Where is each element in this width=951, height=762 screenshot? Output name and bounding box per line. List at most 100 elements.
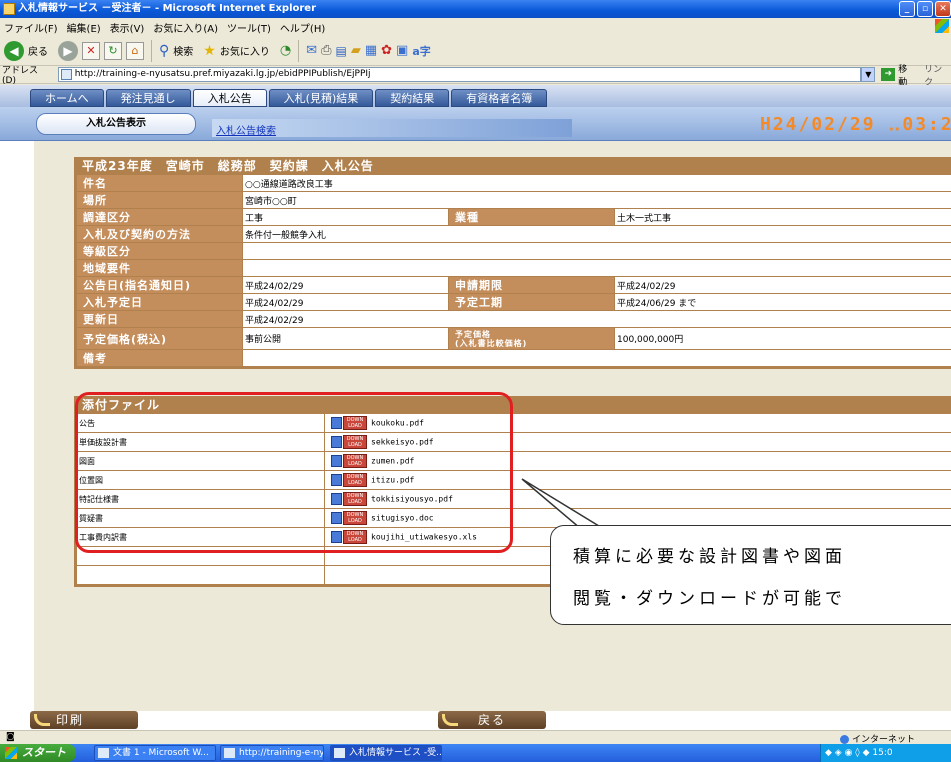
subtab-notice-display[interactable]: 入札公告表示 <box>36 113 196 135</box>
browser-toolbar: ◀ 戻る ▶ ✕ ↻ ⌂ ⚲ 検索 ★ お気に入り ◔ ✉ ⎙ ▤ ▰ ▦ ✿ … <box>0 36 951 66</box>
taskbar-item-word[interactable]: 文書 1 - Microsoft W... <box>94 745 216 761</box>
edit-icon[interactable]: ▤ <box>335 44 346 58</box>
row-label: 備考 <box>76 349 243 367</box>
menu-tools[interactable]: ツール(T) <box>227 20 271 35</box>
search-icon[interactable]: ⚲ <box>159 43 169 59</box>
row-label: 等級区分 <box>76 242 243 260</box>
address-dropdown-icon[interactable]: ▼ <box>861 67 876 82</box>
favorites-star-icon[interactable]: ★ <box>203 43 216 59</box>
status-bar: ◙ インターネット <box>0 730 951 745</box>
messenger-icon[interactable]: ✿ <box>381 43 392 58</box>
translate-icon[interactable]: a字 <box>412 43 430 59</box>
row-value: 宮崎市○○町 <box>242 191 951 209</box>
forward-arrow-icon[interactable]: ▶ <box>58 40 78 61</box>
row-value: 100,000,000円 <box>614 327 951 350</box>
row-label: 申請期限 <box>448 276 615 294</box>
address-bar: アドレス(D) http://training-e-nyusatsu.pref.… <box>0 65 951 88</box>
tray-icons: ◆ ◈ ◉ ◊ ◆ <box>825 748 873 758</box>
row-value <box>242 242 951 260</box>
row-label: 公告日(指名通知日) <box>76 276 243 294</box>
table-row: 備考 <box>76 349 951 367</box>
row-value: 事前公開 <box>242 327 449 350</box>
search-label[interactable]: 検索 <box>173 43 193 58</box>
close-button[interactable]: ✕ <box>935 1 951 17</box>
menu-edit[interactable]: 編集(E) <box>67 20 101 35</box>
row-label: 地域要件 <box>76 259 243 277</box>
start-button[interactable]: スタート <box>0 744 76 762</box>
red-highlight-box <box>75 392 513 553</box>
back-button[interactable]: 戻る <box>438 711 546 729</box>
row-value: 平成24/02/29 <box>242 293 449 311</box>
table-row: 場所 宮崎市○○町 <box>76 191 951 209</box>
taskbar-item-ie-2[interactable]: 入札情報サービス -受... <box>330 745 442 761</box>
toolbar-separator <box>151 39 152 62</box>
tab-forecast[interactable]: 発注見通し <box>105 89 191 107</box>
row-label: 入札予定日 <box>76 293 243 311</box>
print-button-label: 印刷 <box>56 713 85 727</box>
row-label: 場所 <box>76 191 243 209</box>
swoosh-icon <box>34 714 50 726</box>
tab-contract-results[interactable]: 契約結果 <box>375 89 450 107</box>
tab-bid-notice[interactable]: 入札公告 <box>192 89 267 107</box>
bid-notice-panel: 平成23年度 宮崎市 総務部 契約課 入札公告 件名 ○○通線道路改良工事 場所… <box>74 157 951 369</box>
maximize-button[interactable]: ▫ <box>917 1 933 17</box>
minimize-button[interactable]: _ <box>899 1 915 17</box>
row-value: ○○通線道路改良工事 <box>242 174 951 192</box>
ie-app-icon <box>3 3 15 15</box>
back-label[interactable]: 戻る <box>28 43 48 58</box>
back-arrow-icon[interactable]: ◀ <box>4 40 24 61</box>
go-arrow-icon[interactable]: ➜ <box>881 68 896 81</box>
page-viewport: ホームへ 発注見通し 入札公告 入札(見積)結果 契約結果 有資格者名簿 入札公… <box>0 85 951 730</box>
notice-search-link[interactable]: 入札公告検索 <box>216 122 276 137</box>
tab-qualified-list[interactable]: 有資格者名簿 <box>451 89 548 107</box>
window-controls: _ ▫ ✕ <box>899 1 951 17</box>
menu-view[interactable]: 表示(V) <box>110 20 145 35</box>
clock: 15:0 <box>872 748 893 758</box>
mail-icon[interactable]: ✉ <box>306 43 317 58</box>
refresh-icon[interactable]: ↻ <box>104 41 122 60</box>
menu-help[interactable]: ヘルプ(H) <box>280 20 325 35</box>
favorites-label[interactable]: お気に入り <box>220 43 270 58</box>
menu-file[interactable]: ファイル(F) <box>4 20 58 35</box>
table-row: 更新日 平成24/02/29 <box>76 310 951 328</box>
research-icon[interactable]: ▦ <box>365 43 377 58</box>
row-value: 条件付一般競争入札 <box>242 225 951 243</box>
table-row: 地域要件 <box>76 259 951 277</box>
date-time-display: H24/02/29 ‥03:2 <box>760 114 951 135</box>
swoosh-icon <box>442 714 458 726</box>
go-button[interactable]: 移動 <box>898 62 916 88</box>
discuss-icon[interactable]: ▣ <box>396 43 408 58</box>
row-label: 予定価格 (入札書比較価格) <box>448 327 615 350</box>
row-label: 業種 <box>448 208 615 226</box>
tab-home[interactable]: ホームへ <box>30 89 104 107</box>
row-label: 予定価格(税込) <box>76 327 243 350</box>
menu-favorites[interactable]: お気に入り(A) <box>153 20 218 35</box>
attachment-name <box>76 565 325 585</box>
globe-icon <box>840 735 849 744</box>
windows-logo-icon <box>935 19 949 33</box>
history-icon[interactable]: ◔ <box>280 43 291 58</box>
table-row: 件名 ○○通線道路改良工事 <box>76 174 951 192</box>
start-label: スタート <box>22 746 66 759</box>
sub-nav-bar: 入札公告表示 入札公告検索 H24/02/29 ‥03:2 <box>0 107 951 141</box>
links-label[interactable]: リンク <box>924 62 951 88</box>
row-label: 予定工期 <box>448 293 615 311</box>
print-icon[interactable]: ⎙ <box>321 43 331 58</box>
stop-icon[interactable]: ✕ <box>82 41 100 60</box>
callout-line-1: 積算に必要な設計図書や図面 <box>573 547 846 567</box>
status-page-icon: ◙ <box>6 732 15 742</box>
home-icon[interactable]: ⌂ <box>126 41 144 60</box>
taskbar-item-ie-1[interactable]: http://training-e-nyu... <box>220 745 324 761</box>
print-button[interactable]: 印刷 <box>30 711 138 729</box>
taskbar-item-label: http://training-e-nyu... <box>239 748 324 758</box>
row-label: 入札及び契約の方法 <box>76 225 243 243</box>
address-input[interactable]: http://training-e-nyusatsu.pref.miyazaki… <box>57 67 862 82</box>
row-value <box>242 259 951 277</box>
row-label: 件名 <box>76 174 243 192</box>
tab-bid-results[interactable]: 入札(見積)結果 <box>268 89 374 107</box>
row-value: 平成24/02/29 <box>242 310 951 328</box>
folder-icon[interactable]: ▰ <box>351 43 361 58</box>
row-value: 平成24/06/29 まで <box>614 293 951 311</box>
system-tray: ◆ ◈ ◉ ◊ ◆ 15:0 <box>820 744 951 762</box>
row-value: 平成24/02/29 <box>242 276 449 294</box>
